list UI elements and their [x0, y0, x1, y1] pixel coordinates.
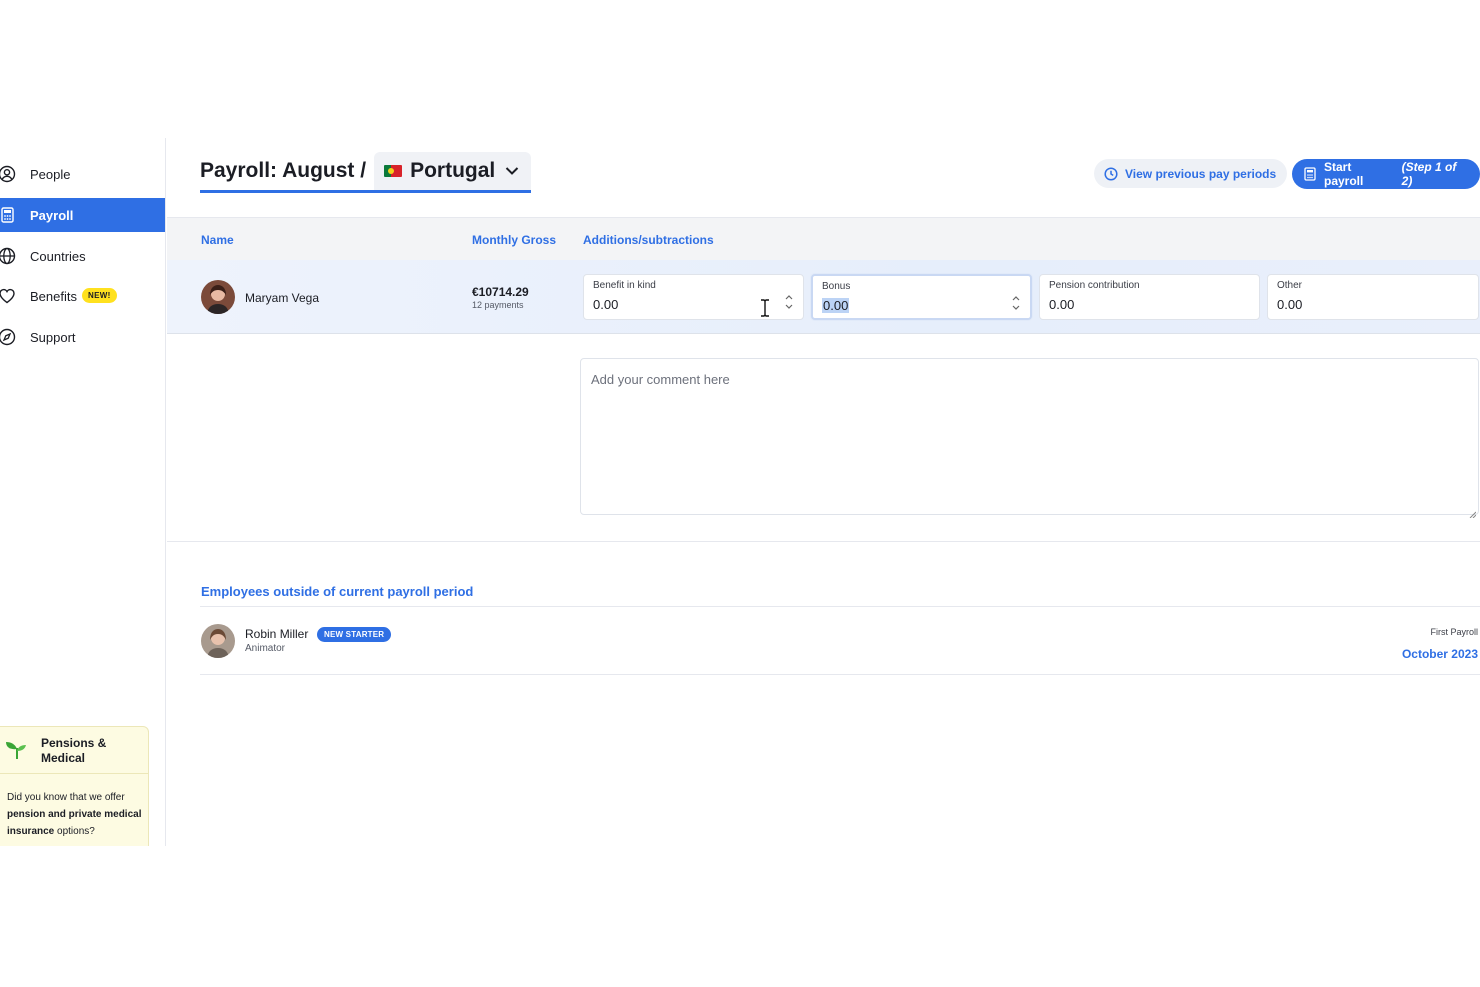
- sidebar-item-benefits[interactable]: Benefits NEW!: [0, 279, 165, 313]
- calculator-icon: [0, 206, 16, 224]
- field-value[interactable]: 0.00: [1277, 297, 1302, 312]
- column-header-additions[interactable]: Additions/subtractions: [583, 233, 714, 247]
- portugal-flag-icon: [384, 164, 403, 177]
- employee-role: Animator: [245, 643, 286, 654]
- comment-textarea[interactable]: Add your comment here: [580, 358, 1479, 519]
- country-name: Portugal: [410, 158, 496, 182]
- start-payroll-button[interactable]: Start payroll (Step 1 of 2): [1292, 159, 1480, 189]
- table-row: Maryam Vega €10714.29 12 payments Benefi…: [167, 260, 1480, 334]
- field-label: Other: [1277, 280, 1303, 291]
- bonus-field[interactable]: Bonus 0.00: [811, 274, 1032, 320]
- start-payroll-label: Start payroll: [1324, 160, 1364, 188]
- sidebar-item-people[interactable]: People: [0, 157, 165, 191]
- outside-period-title: Employees outside of current payroll per…: [201, 584, 474, 599]
- app-window: People Payroll Countries Benefits NEW! S…: [0, 138, 1480, 846]
- field-label: Benefit in kind: [593, 280, 656, 291]
- promo-text: Did you know that we offer pension and p…: [7, 792, 142, 837]
- compass-icon: [0, 328, 16, 346]
- globe-icon: [0, 247, 16, 265]
- column-header-gross[interactable]: Monthly Gross: [472, 233, 556, 247]
- field-value[interactable]: 0.00: [822, 298, 850, 313]
- sidebar-item-support[interactable]: Support: [0, 320, 165, 354]
- avatar: [201, 280, 235, 314]
- page-title-bar: Payroll: August / Portugal: [200, 151, 532, 193]
- heart-icon: [0, 287, 16, 305]
- user-circle-icon: [0, 165, 16, 183]
- promo-header: Pensions & Medical: [0, 727, 148, 774]
- employee-name[interactable]: Robin Miller: [245, 627, 308, 641]
- field-label: Pension contribution: [1049, 280, 1140, 291]
- sidebar-item-label: Countries: [30, 248, 86, 264]
- sprout-icon: [5, 737, 29, 761]
- monthly-gross: €10714.29: [472, 285, 529, 299]
- country-dropdown[interactable]: Portugal: [374, 151, 532, 190]
- stepper-arrows-icon[interactable]: [1012, 293, 1020, 313]
- sidebar-item-countries[interactable]: Countries: [0, 239, 165, 273]
- sidebar-item-payroll[interactable]: Payroll: [0, 198, 165, 232]
- payments-count: 12 payments: [472, 300, 524, 310]
- field-value[interactable]: 0.00: [1049, 297, 1074, 312]
- employee-name[interactable]: Maryam Vega: [245, 291, 319, 305]
- chevron-down-icon: [505, 164, 519, 178]
- new-badge: NEW!: [82, 288, 117, 303]
- new-starter-badge: NEW STARTER: [317, 627, 392, 642]
- table-header: Name Monthly Gross Additions/subtraction…: [167, 217, 1480, 260]
- pensions-promo-card[interactable]: Pensions & Medical Did you know that we …: [0, 726, 149, 846]
- promo-title: Pensions & Medical: [41, 736, 107, 765]
- first-payroll-value: October 2023: [1401, 647, 1478, 661]
- first-payroll-label: First Payroll: [1430, 627, 1478, 637]
- column-header-name[interactable]: Name: [201, 233, 234, 247]
- pension-contribution-field[interactable]: Pension contribution 0.00: [1039, 274, 1260, 320]
- sidebar-item-label: Benefits: [30, 288, 77, 304]
- sidebar: People Payroll Countries Benefits NEW! S…: [0, 138, 166, 846]
- row-divider: [200, 674, 1480, 675]
- other-field[interactable]: Other 0.00: [1267, 274, 1479, 320]
- text-cursor-icon: [759, 298, 771, 318]
- sidebar-item-label: People: [30, 166, 71, 182]
- view-previous-label: View previous pay periods: [1125, 166, 1277, 181]
- calculator-icon: [1304, 167, 1316, 181]
- sidebar-item-label: Payroll: [30, 207, 74, 223]
- sidebar-item-label: Support: [30, 329, 76, 345]
- start-payroll-step: (Step 1 of 2): [1401, 160, 1457, 188]
- page-title: Payroll: August /: [200, 158, 367, 182]
- stepper-arrows-icon[interactable]: [785, 292, 793, 312]
- comment-placeholder: Add your comment here: [591, 372, 730, 387]
- field-label: Bonus: [822, 281, 851, 292]
- avatar: [201, 624, 235, 658]
- clock-icon: [1104, 166, 1118, 181]
- field-value[interactable]: 0.00: [593, 297, 618, 312]
- section-divider: [167, 541, 1480, 542]
- view-previous-periods-button[interactable]: View previous pay periods: [1094, 159, 1288, 188]
- resize-handle-icon[interactable]: [1469, 505, 1477, 519]
- section-divider: [200, 606, 1480, 607]
